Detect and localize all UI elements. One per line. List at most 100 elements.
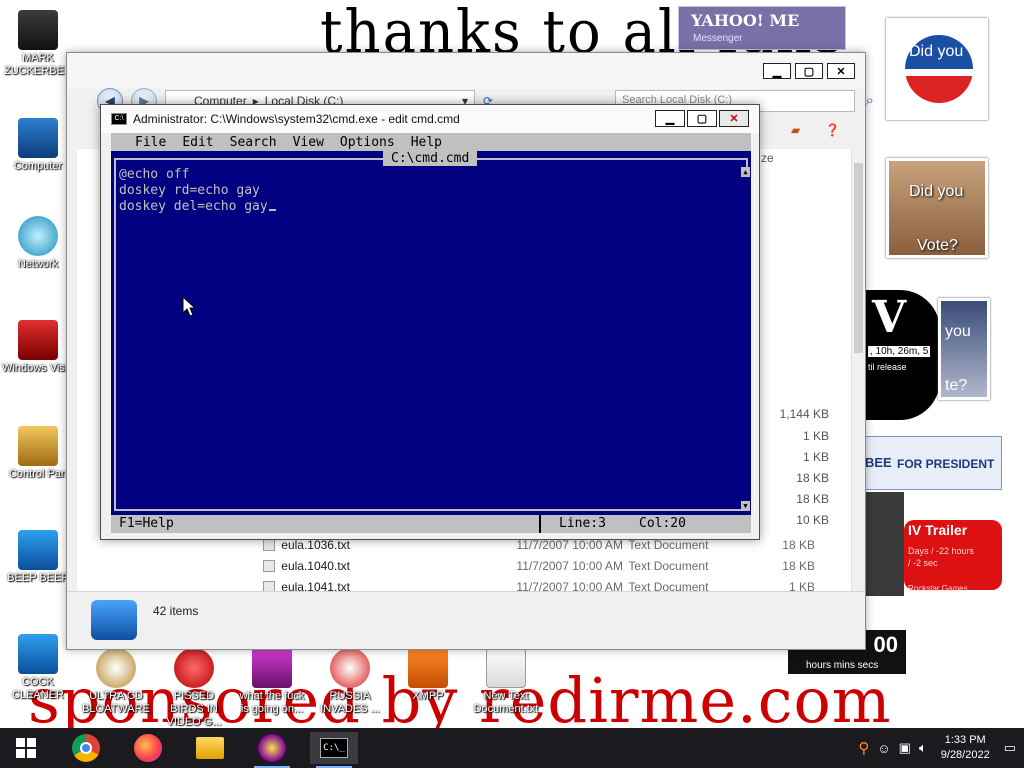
document-text[interactable]: @echo off doskey rd=echo gay doskey del=… [119, 167, 276, 215]
explorer-maximize-button[interactable]: ▢ [795, 63, 823, 79]
taskbar-firefox[interactable] [124, 732, 172, 764]
desktop-icon-control-panel[interactable]: Control Pan [2, 426, 74, 481]
explorer-close-button[interactable]: ✕ [827, 63, 855, 79]
folder-icon [196, 737, 224, 759]
computer-icon [18, 118, 58, 158]
desktop-icon-what-the[interactable]: what the fuck is going on... [236, 648, 308, 716]
desktop-icon-label: Computer [13, 160, 63, 172]
edit-menu-bar: File Edit Search View Options Help [111, 133, 751, 151]
bee-for-president-banner: BEE FOR PRESIDENT [864, 436, 1002, 490]
scrollbar-thumb[interactable] [854, 163, 863, 353]
gta-trailer-secs: / -2 sec [908, 558, 938, 568]
menu-search[interactable]: Search [222, 135, 285, 150]
taskbar-cmd[interactable]: C:\_ [310, 732, 358, 768]
desktop-icon-label: RUSSIA INVADES ... [320, 690, 380, 715]
explorer-window-controls: ▁ ▢ ✕ [763, 63, 855, 79]
desktop-icon-label: COCK CLEANER [12, 676, 64, 701]
file-row[interactable]: eula.1040.txt 11/7/2007 10:00 AM Text Do… [263, 556, 815, 576]
file-name: eula.1036.txt [281, 538, 350, 552]
size-cell: 1 KB [802, 429, 829, 443]
search-icon[interactable]: ⌕ [866, 92, 874, 109]
edit-scrollbar[interactable]: ▲ ▼ [741, 167, 750, 511]
status-help: F1=Help [119, 516, 174, 531]
explorer-scrollbar[interactable] [851, 149, 865, 591]
desktop-icon-new-text-document[interactable]: New Text Document.txt [470, 648, 542, 716]
cmd-icon: C:\_ [320, 738, 348, 758]
size-column-header[interactable]: ze [761, 151, 774, 165]
countdown-digits: 00 [873, 632, 898, 657]
gta-countdown-banner: V , 10h, 26m, 5 til release [864, 290, 940, 420]
explorer-minimize-button[interactable]: ▁ [763, 63, 791, 79]
desktop-icon-cock-cleaner[interactable]: COCK CLEANER [2, 634, 74, 702]
toolbar-options-icon[interactable]: ▰ [791, 123, 800, 137]
scroll-up-arrow-icon[interactable]: ▲ [741, 167, 750, 177]
volume-icon[interactable]: 🔈︎ [919, 740, 927, 756]
blue-book-icon [18, 634, 58, 674]
cmd-minimize-button[interactable]: ▁ [655, 110, 685, 127]
desktop-icon-russia-invades[interactable]: RUSSIA INVADES ... [314, 648, 386, 716]
desktop-icon-ultra-cd[interactable]: ULTRA CD BLOATWARE [80, 648, 152, 716]
file-date: 11/7/2007 10:00 AM [516, 538, 623, 552]
document-title: C:\cmd.cmd [383, 151, 478, 166]
bird-icon [174, 648, 214, 688]
menu-help[interactable]: Help [403, 135, 450, 150]
desktop-icon-network[interactable]: Network [2, 216, 74, 271]
ms-dos-edit-area[interactable]: File Edit Search View Options Help C:\cm… [111, 133, 751, 533]
text-line: @echo off [119, 167, 190, 182]
poster-vote-text: Did you [909, 43, 964, 60]
help-icon[interactable]: ❓ [825, 123, 840, 137]
scroll-down-arrow-icon[interactable]: ▼ [741, 501, 750, 511]
obama-vote-poster: Did you [886, 18, 988, 120]
file-name: eula.1040.txt [281, 559, 350, 573]
size-cell: 1 KB [802, 450, 829, 464]
yahoo-text: YAHOO! ME [691, 11, 800, 30]
taskbar-clock[interactable]: 1:33 PM 9/28/2022 [941, 733, 990, 763]
taskbar-chrome[interactable] [62, 732, 110, 764]
menu-file[interactable]: File [127, 135, 174, 150]
desktop-icon-label: what the fuck is going on... [239, 690, 305, 715]
file-size: 18 KB [782, 559, 815, 573]
cmd-close-button[interactable]: ✕ [719, 110, 749, 127]
gta-trailer-title: IV Trailer [908, 522, 968, 538]
explorer-titlebar[interactable]: ▁ ▢ ✕ [67, 53, 865, 89]
desktop-icon-pissed-birds[interactable]: PISSED BIRDS IN VIDEO G... [158, 648, 230, 729]
taskbar: C:\_ ⚲ ☺ ▣ 🔈︎ 1:33 PM 9/28/2022 ▭ [0, 728, 1024, 768]
cmd-window[interactable]: C:\ Administrator: C:\Windows\system32\c… [100, 104, 760, 540]
edit-status-bar: F1=Help Line:3 Col:20 [111, 515, 751, 533]
cd-icon [96, 648, 136, 688]
cmd-titlebar[interactable]: C:\ Administrator: C:\Windows\system32\c… [101, 105, 759, 133]
text-line: doskey rd=echo gay [119, 183, 260, 198]
desktop-icon-beep-beep[interactable]: BEEP BEEP [2, 530, 74, 585]
start-button[interactable] [2, 732, 50, 764]
messenger-tray-icon[interactable]: ☺ [877, 741, 890, 756]
size-cell: 18 KB [796, 492, 829, 506]
explorer-status-bar: 42 items [67, 591, 865, 649]
gta-trailer-days: Days / -22 hours [908, 546, 975, 556]
network-tray-icon[interactable]: ▣ [899, 740, 911, 756]
menu-options[interactable]: Options [332, 135, 403, 150]
taskbar-yahoo-messenger[interactable] [248, 732, 296, 768]
clock-time: 1:33 PM [944, 734, 986, 746]
notification-icon[interactable]: ▭ [1004, 740, 1016, 756]
desktop-icon-xmpp[interactable]: XMPP [392, 648, 464, 703]
taskbar-file-explorer[interactable] [186, 732, 234, 764]
desktop-icon-windows-vista[interactable]: Windows Vista [2, 320, 74, 375]
yahoo-sub-text: Messenger [693, 33, 743, 44]
menu-edit[interactable]: Edit [174, 135, 221, 150]
search-tray-icon[interactable]: ⚲ [858, 739, 869, 757]
poster-te-text: te? [945, 377, 968, 394]
menu-view[interactable]: View [285, 135, 332, 150]
desktop-icon-label: PISSED BIRDS IN VIDEO G... [166, 690, 222, 728]
for-president-text: FOR PRESIDENT [897, 457, 995, 471]
desktop-icon-label: BEEP BEEP [7, 572, 69, 584]
blue-book-icon [18, 530, 58, 570]
radiation-icon [330, 648, 370, 688]
desktop-icon-computer[interactable]: Computer [2, 118, 74, 173]
desktop-icon-mark-zuckerberg[interactable]: MARK ZUCKERBER [2, 10, 74, 78]
drive-icon [91, 600, 137, 640]
text-file-icon [263, 539, 276, 551]
person-icon [18, 10, 58, 50]
clock-date: 9/28/2022 [940, 749, 990, 761]
cmd-maximize-button[interactable]: ▢ [687, 110, 717, 127]
gta-trailer-image [864, 492, 904, 596]
